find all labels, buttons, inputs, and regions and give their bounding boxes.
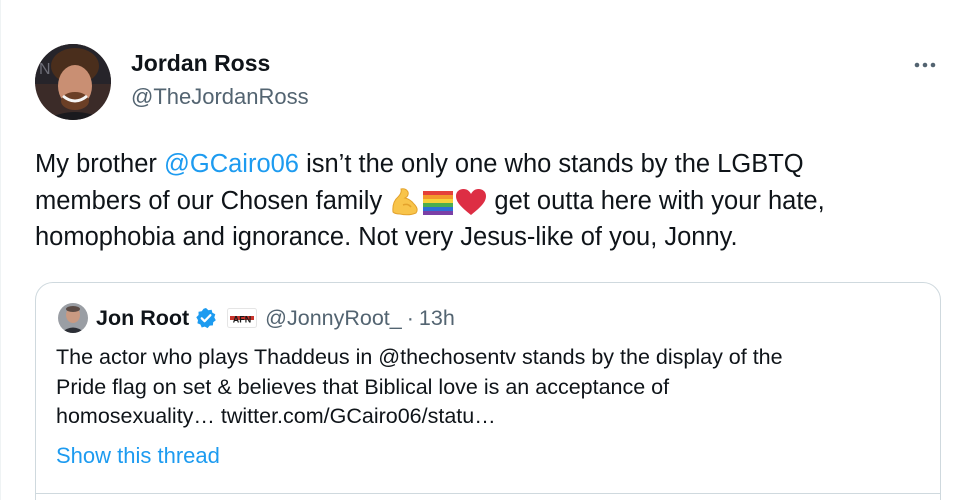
quoted-author-avatar[interactable] — [58, 303, 88, 333]
tweet-card: N Jordan Ross @TheJordanRoss My brother … — [0, 0, 964, 500]
tweet-text-segment: isn’t the only one who stands by the LGB… — [299, 150, 804, 178]
more-dots-icon — [914, 62, 936, 68]
quoted-tweet-link[interactable]: twitter.com/GCairo06/statu… — [221, 404, 496, 428]
tweet-text: My brother @GCairo06 isn’t the only one … — [35, 146, 935, 256]
author-name[interactable]: Jordan Ross — [131, 50, 270, 77]
author-avatar-image: N — [35, 44, 111, 120]
divider — [35, 493, 941, 494]
tweet-text-line-2: members of our Chosen family get outta h… — [35, 183, 935, 220]
tweet-text-line-3: homophobia and ignorance. Not very Jesus… — [35, 223, 738, 251]
quoted-tweet-header: Jon Root AFN @JonnyRoot_ · 13h — [96, 303, 455, 333]
affiliate-badge-text: AFN — [233, 315, 252, 325]
tweet-text-segment: get outta here with your hate, — [487, 186, 825, 215]
quoted-text-line-1: The actor who plays Thaddeus in @thechos… — [56, 345, 783, 369]
quoted-timestamp[interactable]: 13h — [419, 306, 455, 331]
tweet-text-segment: My brother — [35, 150, 164, 178]
author-avatar[interactable]: N — [35, 44, 111, 120]
quoted-avatar-image — [58, 303, 88, 333]
tweet-text-segment: members of our Chosen family — [35, 186, 390, 215]
quoted-text-line-3: homosexuality… twitter.com/GCairo06/stat… — [56, 402, 926, 432]
svg-text:N: N — [39, 61, 51, 78]
author-handle[interactable]: @TheJordanRoss — [131, 84, 309, 110]
header-separator: · — [406, 305, 414, 330]
quoted-text-segment: homosexuality… — [56, 404, 221, 428]
quoted-tweet[interactable]: Jon Root AFN @JonnyRoot_ · 13h The actor… — [35, 282, 941, 500]
mention-link[interactable]: @GCairo06 — [164, 150, 299, 178]
verified-badge-icon[interactable] — [195, 307, 217, 329]
quoted-author-handle[interactable]: @JonnyRoot_ — [265, 306, 402, 331]
quoted-tweet-text: The actor who plays Thaddeus in @thechos… — [56, 343, 926, 432]
quoted-author-name[interactable]: Jon Root — [96, 306, 189, 331]
more-options-button[interactable] — [905, 52, 945, 78]
affiliate-badge-icon[interactable]: AFN — [227, 308, 258, 328]
show-thread-link[interactable]: Show this thread — [56, 443, 220, 469]
quoted-text-line-2: Pride flag on set & believes that Biblic… — [56, 374, 670, 399]
tweet-text-line-1: My brother @GCairo06 isn’t the only one … — [35, 146, 935, 183]
